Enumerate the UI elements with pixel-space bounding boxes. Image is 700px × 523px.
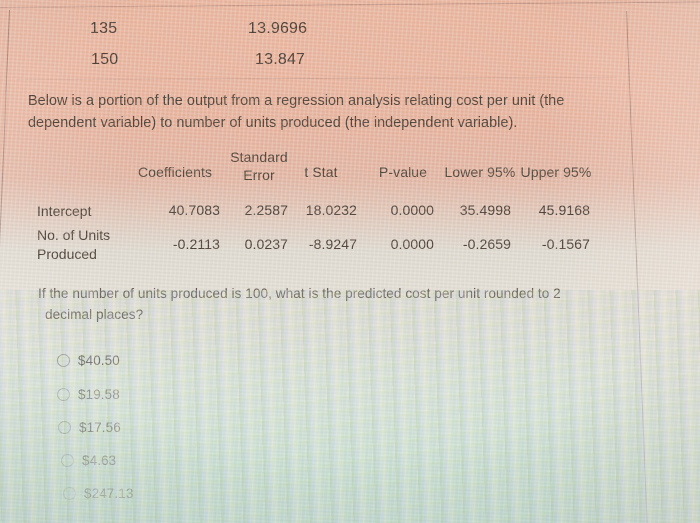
option-2-label: $19.58 xyxy=(78,387,120,402)
table-header-standard-error: Standard Error xyxy=(225,148,293,184)
top-table-cell-y-2: 13.847 xyxy=(255,51,306,68)
table-header-p-value: P-value xyxy=(378,164,428,180)
table-cell-units-coefficients: -0.2113 xyxy=(172,236,220,252)
radio-button-icon-3[interactable] xyxy=(58,421,71,434)
option-3-label: $17.56 xyxy=(79,420,121,435)
table-row-label-units-produced-line2: Produced xyxy=(37,246,97,262)
option-4-label: $4.63 xyxy=(82,453,117,468)
table-header-lower-95: Lower 95% xyxy=(444,164,516,180)
quiz-content: 135 13.9696 150 13.847 Below is a portio… xyxy=(0,0,700,523)
option-1[interactable]: $40.50 xyxy=(57,353,120,368)
photographed-screen: 135 13.9696 150 13.847 Below is a portio… xyxy=(0,0,700,523)
table-cell-intercept-coefficients: 40.7083 xyxy=(168,202,220,218)
table-cell-intercept-lower-95: 35.4998 xyxy=(459,202,511,218)
table-cell-units-lower-95: -0.2659 xyxy=(462,236,511,252)
option-3[interactable]: $17.56 xyxy=(58,420,121,435)
option-4[interactable]: $4.63 xyxy=(61,453,116,468)
radio-button-icon-2[interactable] xyxy=(57,388,70,401)
table-cell-units-standard-error: 0.0237 xyxy=(244,236,288,252)
table-cell-units-p-value: 0.0000 xyxy=(390,236,434,252)
top-table-cell-y-1: 13.9696 xyxy=(248,20,308,37)
table-cell-intercept-standard-error: 2.2587 xyxy=(244,202,288,218)
option-2[interactable]: $19.58 xyxy=(57,387,120,402)
table-header-standard-line2: Error xyxy=(243,167,275,183)
table-header-standard-line1: Standard xyxy=(230,149,288,165)
table-row-label-units-produced: No. of Units Produced xyxy=(37,226,110,264)
table-cell-intercept-t-stat: 18.0232 xyxy=(305,202,357,218)
table-cell-intercept-upper-95: 45.9168 xyxy=(538,202,590,218)
option-1-label: $40.50 xyxy=(78,353,120,368)
radio-button-icon-4[interactable] xyxy=(61,454,74,467)
top-table-cell-x-1: 135 xyxy=(90,20,118,37)
question-text-line1: If the number of units produced is 100, … xyxy=(38,286,561,301)
option-5-label: $247.13 xyxy=(84,486,134,501)
radio-button-icon-1[interactable] xyxy=(57,354,70,367)
table-header-upper-95: Upper 95% xyxy=(520,164,592,180)
top-table-cell-x-2: 150 xyxy=(91,51,119,68)
table-cell-units-t-stat: -8.9247 xyxy=(308,236,357,252)
radio-button-icon-5[interactable] xyxy=(63,487,76,500)
question-text-line2: decimal places? xyxy=(45,307,144,322)
table-header-coefficients: Coefficients xyxy=(137,164,213,180)
table-row-label-intercept: Intercept xyxy=(37,203,92,219)
table-cell-intercept-p-value: 0.0000 xyxy=(390,202,434,218)
intro-paragraph: Below is a portion of the output from a … xyxy=(28,93,565,131)
table-header-t-stat: t Stat xyxy=(304,164,338,180)
table-row-label-units-produced-line1: No. of Units xyxy=(37,227,111,243)
table-cell-units-upper-95: -0.1567 xyxy=(541,236,590,252)
option-5[interactable]: $247.13 xyxy=(63,486,133,501)
